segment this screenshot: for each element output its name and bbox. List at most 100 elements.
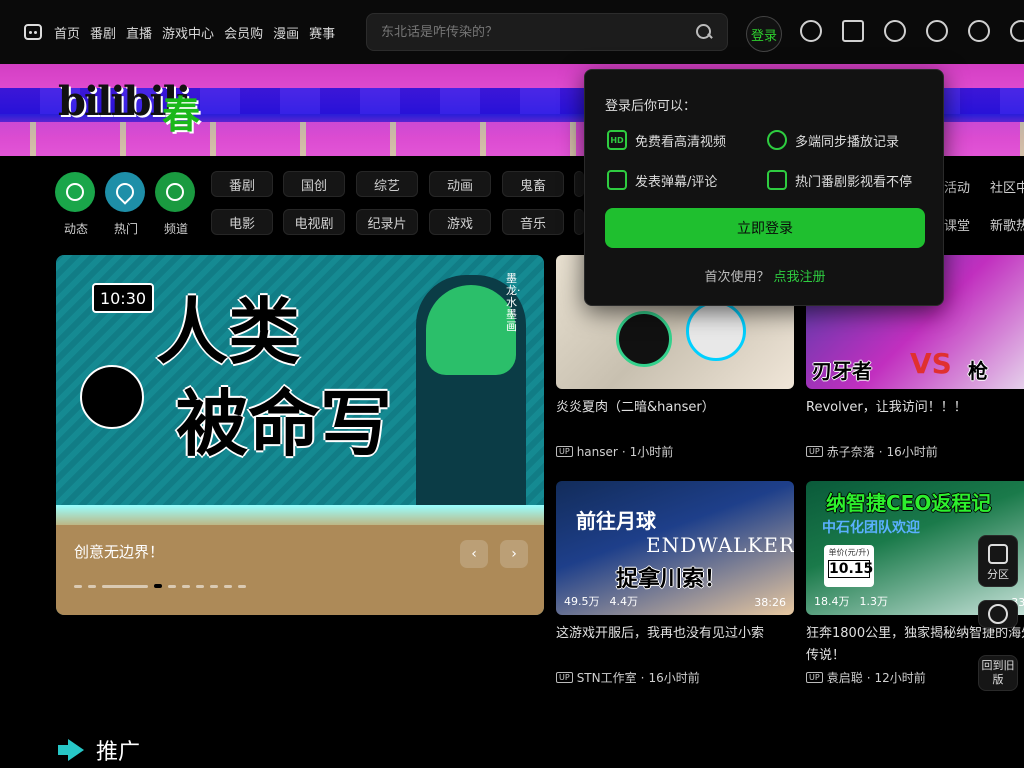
channel-kichiku[interactable]: 鬼畜 [502, 171, 564, 197]
uploader-name[interactable]: 袁启聪 [827, 669, 863, 686]
back-to-old-version-button[interactable]: 回到旧版 [978, 655, 1018, 691]
up-icon: UP [806, 446, 823, 457]
price-value: 10.15 [828, 560, 874, 578]
history-icon[interactable] [800, 20, 822, 42]
nav-link-live[interactable]: 直播 [126, 23, 152, 42]
login-now-button[interactable]: 立即登录 [605, 208, 925, 248]
featured-carousel[interactable]: 10:30 人类 被命写 墨龙·水墨画 创意无边界！ ‹ › [56, 255, 544, 615]
nav-link-manga[interactable]: 漫画 [273, 23, 299, 42]
thumbnail-text: 捉拿川索！ [616, 567, 727, 592]
carousel-dot[interactable] [88, 584, 96, 588]
nav-link-mall[interactable]: 会员购 [224, 23, 263, 42]
dynamic-icon [55, 172, 95, 212]
carousel-dot-active[interactable] [154, 584, 162, 588]
refresh-icon [988, 604, 1008, 624]
search-input[interactable] [381, 24, 695, 40]
login-popover-title: 登录后你可以： [605, 99, 697, 114]
channel-tv-series[interactable]: 电视剧 [283, 209, 345, 235]
meta-separator: · [640, 670, 645, 685]
nav-link-anime[interactable]: 番剧 [90, 23, 116, 42]
channel-button-partial[interactable] [574, 209, 584, 235]
video-thumbnail[interactable]: 前往月球 ENDWALKER 捉拿川索！ 49.5万 4.4万 38:26 [556, 481, 794, 615]
video-stats: 49.5万 4.4万 [564, 593, 638, 609]
login-benefit: 热门番剧影视看不停 [767, 170, 912, 190]
carousel-image[interactable]: 10:30 人类 被命写 墨龙·水墨画 [56, 255, 544, 525]
category-float-button[interactable]: 分区 [978, 535, 1018, 587]
channel-animation[interactable]: 动画 [429, 171, 491, 197]
upload-time: 16小时前 [886, 445, 938, 459]
category-grid-icon [988, 544, 1008, 564]
thumbnail-text: ENDWALKER [646, 533, 794, 557]
bilibili-tv-icon[interactable] [24, 24, 42, 40]
upload-time: 12小时前 [874, 671, 926, 685]
login-benefit: HD 免费看高清视频 [607, 130, 726, 150]
channel-game[interactable]: 游戏 [429, 209, 491, 235]
carousel-indicator [74, 584, 246, 588]
channel-label: 频道 [163, 222, 188, 236]
carousel-dot[interactable] [238, 584, 246, 588]
danmaku-icon [607, 170, 627, 190]
video-title[interactable]: 炎炎夏肉（二暗&hanser） [556, 397, 794, 441]
carousel-next-button[interactable]: › [500, 540, 528, 568]
carousel-dot[interactable] [196, 584, 204, 588]
carousel-dot[interactable] [210, 584, 218, 588]
nav-links: 首页 番剧 直播 游戏中心 会员购 漫画 赛事 [0, 23, 335, 42]
nav-link-game-center[interactable]: 游戏中心 [162, 23, 214, 42]
channel-documentary[interactable]: 纪录片 [356, 209, 418, 235]
up-icon: UP [556, 672, 573, 683]
dynamic-icon[interactable] [884, 20, 906, 42]
nav-link-esports[interactable]: 赛事 [309, 23, 335, 42]
channel-classroom[interactable]: 课堂 [944, 215, 970, 234]
message-icon[interactable] [842, 20, 864, 42]
login-benefit-label: 免费看高清视频 [635, 134, 727, 150]
creative-icon[interactable] [1010, 20, 1024, 42]
thumbnail-text-vs: VS [910, 347, 952, 380]
promotion-section-header: 推广 [58, 734, 140, 766]
carousel-dot[interactable] [168, 584, 176, 588]
carousel-prev-button[interactable]: ‹ [460, 540, 488, 568]
favorite-icon[interactable] [926, 20, 948, 42]
channel-community[interactable]: 社区中 [990, 177, 1024, 196]
carousel-dot[interactable] [102, 584, 148, 588]
carousel-dot[interactable] [224, 584, 232, 588]
uploader-name[interactable]: STN工作室 [577, 669, 637, 686]
meta-separator: · [866, 670, 871, 685]
video-title[interactable]: Revolver，让我访问！！！ [806, 397, 1024, 441]
video-title[interactable]: 这游戏开服后，我再也没有见过小索 [556, 623, 794, 667]
channel-guochuang[interactable]: 国创 [283, 171, 345, 197]
channel-dynamic[interactable]: 动态 [55, 172, 97, 237]
nav-link-home[interactable]: 首页 [54, 23, 80, 42]
login-benefit-label: 发表弹幕/评论 [635, 174, 718, 190]
channel-music[interactable]: 音乐 [502, 209, 564, 235]
channel-new-songs[interactable]: 新歌热 [990, 215, 1024, 234]
uploader-name[interactable]: hanser [577, 445, 618, 459]
nav-icon-group [800, 20, 1024, 42]
carousel-art-clock: 10:30 [92, 283, 154, 313]
search-icon[interactable] [695, 23, 713, 41]
channel-variety[interactable]: 综艺 [356, 171, 418, 197]
clock-icon[interactable] [968, 20, 990, 42]
up-icon: UP [806, 672, 823, 683]
channel-hot[interactable]: 热门 [105, 172, 147, 237]
search-bar [366, 13, 728, 51]
register-link[interactable]: 点我注册 [774, 270, 826, 285]
login-avatar-button[interactable]: 登录 [746, 16, 782, 52]
up-icon: UP [556, 446, 573, 457]
channel-anime[interactable]: 番剧 [211, 171, 273, 197]
video-stats: 18.4万 1.3万 [814, 593, 888, 609]
channel-button-partial[interactable] [574, 171, 584, 197]
carousel-dot[interactable] [74, 584, 82, 588]
price-label: 单价(元/升) [828, 548, 870, 557]
chevron-left-icon: ‹ [471, 546, 477, 562]
channel-channel[interactable]: 频道 [155, 172, 197, 237]
uploader-name[interactable]: 赤子奈落 [827, 443, 875, 460]
refresh-float-button[interactable] [978, 600, 1018, 628]
thumbnail-text: 纳智捷CEO返程记 [826, 491, 992, 515]
carousel-art-stamp: 墨龙·水墨画 [506, 272, 521, 333]
channel-movie[interactable]: 电影 [211, 209, 273, 235]
video-card[interactable]: 前往月球 ENDWALKER 捉拿川索！ 49.5万 4.4万 38:26 这游… [556, 481, 794, 686]
hot-icon [105, 172, 145, 212]
channel-activity[interactable]: 活动 [944, 177, 970, 196]
carousel-title[interactable]: 创意无边界！ [74, 541, 164, 562]
carousel-dot[interactable] [182, 584, 190, 588]
